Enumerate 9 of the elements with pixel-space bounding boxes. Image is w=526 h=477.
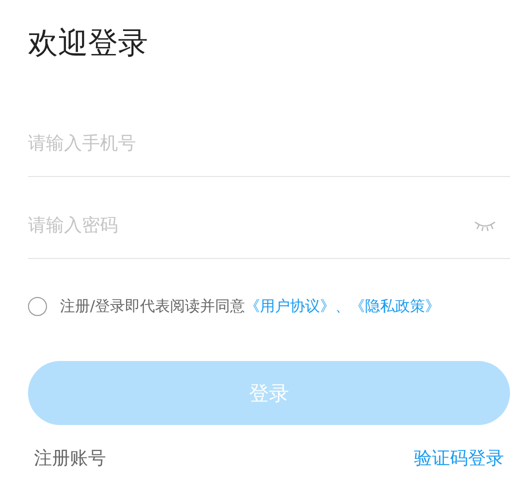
phone-field[interactable]: 请输入手机号 bbox=[28, 124, 510, 164]
page-title: 欢迎登录 bbox=[28, 25, 148, 63]
agreement-text: 注册/登录即代表阅读并同意 bbox=[60, 296, 246, 317]
password-field[interactable]: 请输入密码 bbox=[28, 206, 466, 246]
closed-eye-icon[interactable] bbox=[474, 220, 496, 232]
agreement-link[interactable]: 《用户协议》、《隐私政策》 bbox=[245, 295, 440, 318]
agreement-checkbox[interactable] bbox=[28, 296, 47, 316]
register-link[interactable]: 注册账号 bbox=[34, 444, 106, 472]
code-login-link[interactable]: 验证码登录 bbox=[414, 444, 504, 472]
